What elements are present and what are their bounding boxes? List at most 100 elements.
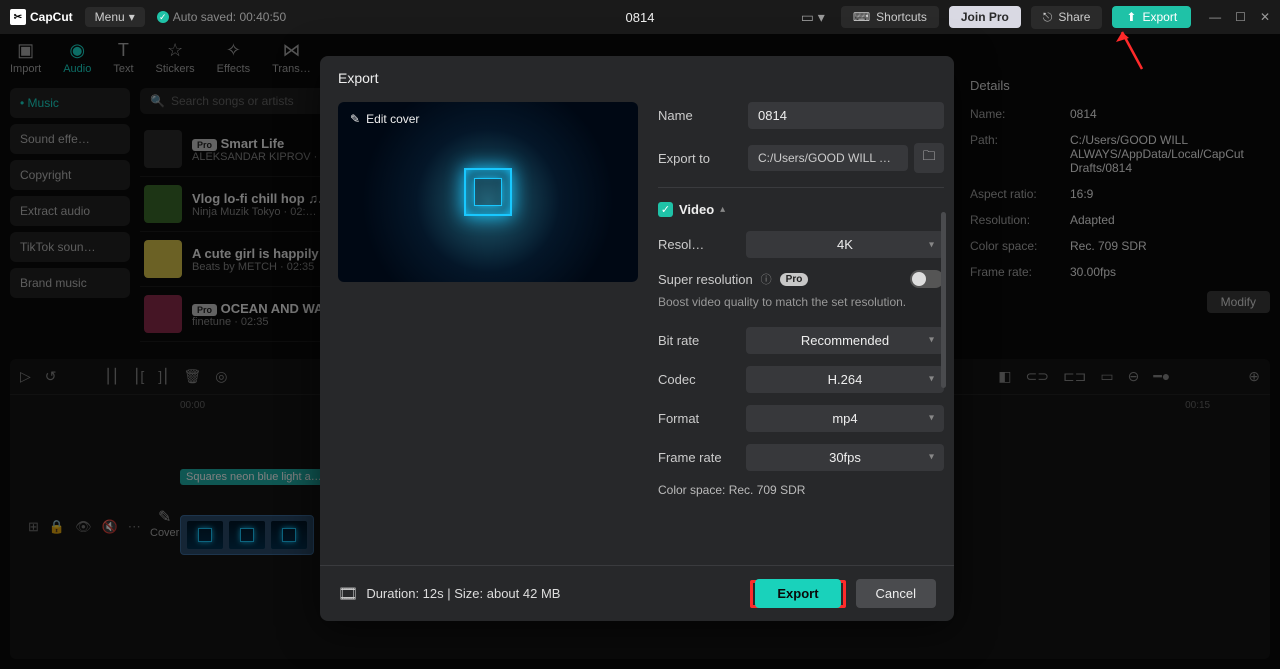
song-thumb <box>144 130 182 168</box>
cover-art <box>464 168 512 216</box>
minimize-button[interactable]: — <box>1209 10 1221 24</box>
check-icon: ✓ <box>157 11 169 23</box>
pro-badge: Pro <box>192 139 217 151</box>
tool-transitions[interactable]: ⋈Trans… <box>272 40 311 88</box>
video-checkbox[interactable]: ✓ <box>658 202 673 217</box>
details-panel: Details Name:0814 Path:C:/Users/GOOD WIL… <box>970 78 1270 313</box>
tool-stickers[interactable]: ☆Stickers <box>156 40 195 88</box>
split-tool[interactable]: ⎮⎮ <box>105 368 120 385</box>
clip-thumbnail <box>187 521 223 549</box>
share-button[interactable]: ⎋ Share <box>1031 6 1103 29</box>
keyboard-icon: ⌨ <box>853 10 870 24</box>
super-resolution-description: Boost video quality to match the set res… <box>658 294 944 311</box>
autosave-status: ✓ Auto saved: 00:40:50 <box>157 10 286 24</box>
mute-icon[interactable]: 🔇 <box>102 519 118 535</box>
chevron-up-icon[interactable]: ▴ <box>720 204 725 215</box>
stickers-icon: ☆ <box>167 40 183 61</box>
record-tool[interactable]: ◎ <box>215 368 227 385</box>
annotation-highlight: Export <box>750 580 845 608</box>
maximize-button[interactable]: ☐ <box>1235 10 1246 24</box>
menu-button[interactable]: Menu ▾ <box>85 7 145 27</box>
shortcuts-button[interactable]: ⌨ Shortcuts <box>841 6 939 28</box>
clip-thumbnail <box>229 521 265 549</box>
details-heading: Details <box>970 78 1270 93</box>
zoom-in-button[interactable]: ⊕ <box>1248 368 1260 385</box>
tool-text[interactable]: TText <box>113 40 133 88</box>
text-icon: T <box>118 40 129 61</box>
dialog-title: Export <box>320 56 954 96</box>
close-button[interactable]: ✕ <box>1260 10 1270 24</box>
category-sound-effects[interactable]: Sound effe… <box>10 124 130 154</box>
project-title: 0814 <box>626 10 655 25</box>
super-resolution-label: Super resolution <box>658 272 753 287</box>
name-label: Name <box>658 108 736 123</box>
pencil-icon: ✎ <box>350 112 360 126</box>
resolution-label: Resol… <box>658 237 736 252</box>
import-icon: ▣ <box>17 40 34 61</box>
song-thumb <box>144 295 182 333</box>
timeline-tool-2[interactable]: ⊂⊃ <box>1025 368 1048 385</box>
info-icon[interactable]: ⓘ <box>761 271 772 287</box>
autosave-text: Auto saved: 00:40:50 <box>173 10 286 24</box>
tool-import[interactable]: ▣Import <box>10 40 41 88</box>
format-label: Format <box>658 411 736 426</box>
trim-left-tool[interactable]: ⎮[ <box>133 368 144 385</box>
category-music[interactable]: • Music <box>10 88 130 118</box>
modify-button[interactable]: Modify <box>1207 291 1270 313</box>
folder-icon: 🗀 <box>922 147 935 169</box>
codec-label: Codec <box>658 372 736 387</box>
song-thumb <box>144 240 182 278</box>
bitrate-select[interactable]: Recommended▾ <box>746 327 944 354</box>
cancel-button[interactable]: Cancel <box>856 579 936 608</box>
framerate-select[interactable]: 30fps▾ <box>746 444 944 471</box>
delete-tool[interactable]: 🗑 <box>183 368 201 385</box>
timeline-tool-1[interactable]: ◧ <box>998 368 1011 385</box>
export-confirm-button[interactable]: Export <box>755 579 840 608</box>
join-pro-button[interactable]: Join Pro <box>949 6 1021 28</box>
tool-effects[interactable]: ✧Effects <box>217 40 250 88</box>
zoom-slider[interactable]: ━● <box>1153 368 1170 385</box>
timeline-tool-4[interactable]: ▭ <box>1100 368 1113 385</box>
browse-folder-button[interactable]: 🗀 <box>914 143 944 173</box>
super-resolution-toggle[interactable] <box>910 270 944 288</box>
eye-icon[interactable]: 👁 <box>75 519 92 535</box>
export-icon: ⬆ <box>1126 10 1136 24</box>
export-dialog: Export ✎ Edit cover Name Export to C:/Us… <box>320 56 954 621</box>
tool-audio[interactable]: ◉Audio <box>63 40 91 88</box>
lock-icon[interactable]: 🔒 <box>49 519 65 535</box>
capcut-icon: ✂ <box>10 9 26 25</box>
trim-right-tool[interactable]: ]⎮ <box>158 368 169 385</box>
duration-info: 🎞 Duration: 12s | Size: about 42 MB <box>338 584 560 604</box>
timeline-tool-3[interactable]: ⊏⊐ <box>1063 368 1086 385</box>
aspect-ratio-button[interactable]: ▭ ▾ <box>795 5 831 30</box>
more-icon[interactable]: ⋯ <box>128 519 141 535</box>
undo-button[interactable]: ↺ <box>45 368 57 385</box>
category-tiktok-sound[interactable]: TikTok soun… <box>10 232 130 262</box>
format-select[interactable]: mp4▾ <box>746 405 944 432</box>
resolution-select[interactable]: 4K▾ <box>746 231 944 258</box>
category-extract-audio[interactable]: Extract audio <box>10 196 130 226</box>
category-copyright[interactable]: Copyright <box>10 160 130 190</box>
pro-badge: Pro <box>192 304 217 316</box>
edit-cover-button[interactable]: ✎ Edit cover <box>350 112 419 126</box>
colorspace-info: Color space: Rec. 709 SDR <box>658 483 944 497</box>
clip-thumbnail <box>271 521 307 549</box>
app-name: CapCut <box>30 10 73 24</box>
dialog-scrollbar[interactable] <box>941 212 946 388</box>
category-brand-music[interactable]: Brand music <box>10 268 130 298</box>
export-button-top[interactable]: ⬆ Export <box>1112 6 1191 28</box>
chevron-down-icon: ▾ <box>929 413 934 424</box>
video-clip[interactable] <box>180 515 314 555</box>
name-input[interactable] <box>748 102 944 129</box>
search-placeholder: Search songs or artists <box>171 94 294 108</box>
track-controls[interactable]: ⊞ 🔒 👁 🔇 ⋯ <box>28 519 141 535</box>
cover-button[interactable]: ✎ Cover <box>150 507 179 539</box>
bitrate-label: Bit rate <box>658 333 736 348</box>
track-tool-icon[interactable]: ⊞ <box>28 519 39 535</box>
export-path: C:/Users/GOOD WILL … <box>748 145 908 171</box>
app-logo: ✂ CapCut <box>10 9 73 25</box>
zoom-out-button[interactable]: ⊖ <box>1128 368 1140 385</box>
codec-select[interactable]: H.264▾ <box>746 366 944 393</box>
select-tool[interactable]: ▷ <box>20 368 31 385</box>
chevron-down-icon: ▾ <box>929 374 934 385</box>
